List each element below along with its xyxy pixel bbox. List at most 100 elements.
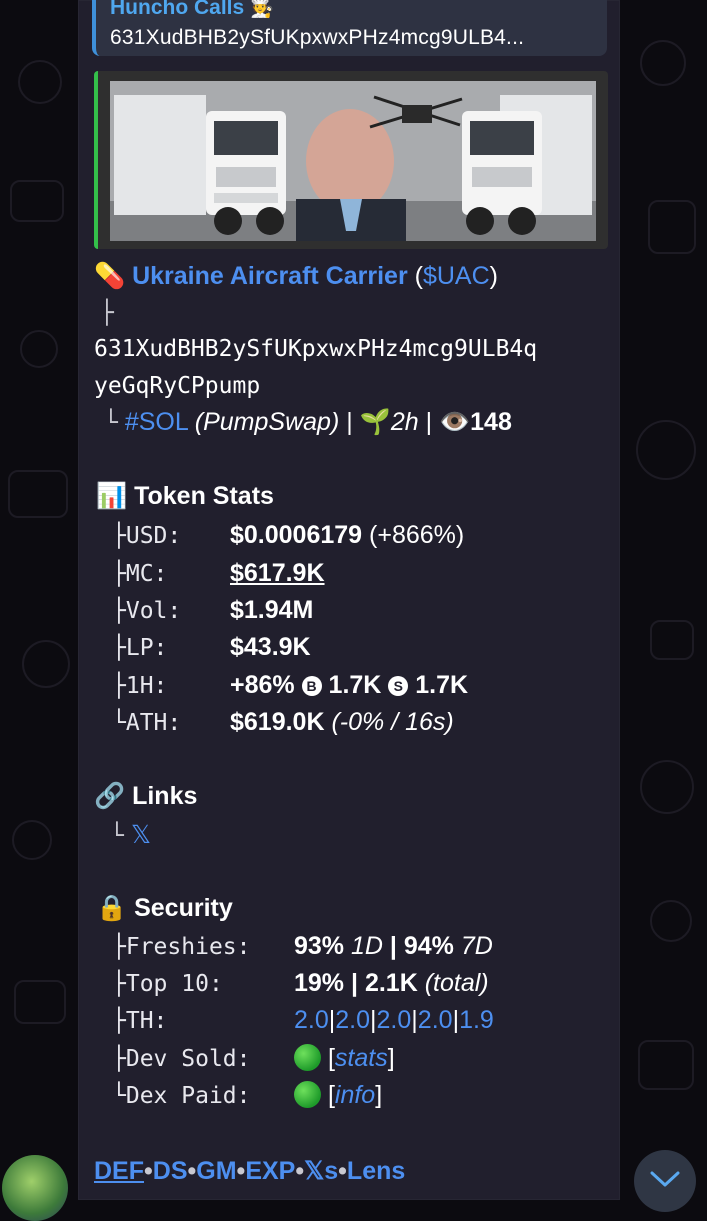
ticker-paren-open: ( xyxy=(414,262,423,290)
separator: | xyxy=(382,932,404,960)
ticker-paren-close: ) xyxy=(489,262,498,290)
dex-paid-value: [info] xyxy=(294,1081,382,1110)
avatar[interactable] xyxy=(2,1155,68,1221)
chef-icon: 🧑‍🍳 xyxy=(250,0,274,19)
background-doodle xyxy=(12,820,52,860)
background-doodle xyxy=(638,1040,694,1090)
tree-end-icon: └ xyxy=(104,410,118,436)
top10-total-label: (total) xyxy=(424,969,489,997)
stat-value-usd: $0.0006179 (+866%) xyxy=(230,521,464,550)
token-stats-heading: 📊 Token Stats xyxy=(96,482,274,511)
security-heading: 🔒 Security xyxy=(96,894,233,923)
chevron-down-icon xyxy=(650,1171,680,1187)
preview-image-art xyxy=(110,81,596,241)
footer-link-gm[interactable]: GM xyxy=(196,1157,236,1185)
stat-key-1h: ├1H: xyxy=(112,673,168,699)
liquidity-value: $43.9K xyxy=(230,633,311,661)
green-circle-icon xyxy=(294,1081,321,1108)
dev-sold-stats-link[interactable]: stats xyxy=(335,1044,388,1072)
separator: | xyxy=(339,408,360,436)
ticker-link[interactable]: $UAC xyxy=(423,262,490,290)
usd-change: (+866%) xyxy=(369,521,465,549)
usd-price: $0.0006179 xyxy=(230,521,363,549)
stat-key-lp: ├LP: xyxy=(112,635,168,661)
stat-key-mc: ├MC: xyxy=(112,561,168,587)
footer-link-ds[interactable]: DS xyxy=(153,1157,188,1185)
sprout-icon: 🌱 xyxy=(359,408,391,436)
volume-value: $1.94M xyxy=(230,596,314,624)
background-doodle xyxy=(640,760,694,814)
footer-link-lens[interactable]: Lens xyxy=(347,1157,405,1185)
stat-key-vol: ├Vol: xyxy=(112,598,182,624)
hour-buys: 1.7K xyxy=(328,671,382,699)
token-name-link[interactable]: Ukraine Aircraft Carrier xyxy=(132,262,408,290)
footer-links: DEF•DS•GM•EXP•𝕏s•Lens xyxy=(94,1157,406,1185)
dex-name: (PumpSwap) xyxy=(194,408,340,436)
top10-value: 19% | 2.1K (total) xyxy=(294,969,489,998)
tree-end-icon: └ xyxy=(110,823,124,849)
token-header: 💊 Ukraine Aircraft Carrier ($UAC) xyxy=(94,262,498,291)
scroll-down-button[interactable] xyxy=(634,1150,696,1212)
top-holder-link[interactable]: 2.0 xyxy=(294,1006,329,1034)
lock-icon: 🔒 xyxy=(96,894,128,922)
footer-link-xs[interactable]: 𝕏s xyxy=(304,1157,338,1185)
top-holder-link[interactable]: 2.0 xyxy=(418,1006,453,1034)
reply-sender: Huncho Calls 🧑‍🍳 xyxy=(110,0,274,20)
ath-note: (-0% / 16s) xyxy=(331,708,454,736)
ath-value: $619.0K xyxy=(230,708,325,736)
stat-key-ath: └ATH: xyxy=(112,710,182,736)
footer-link-def[interactable]: DEF xyxy=(94,1157,144,1185)
links-row: └ 𝕏 xyxy=(110,820,151,850)
hour-sells: 1.7K xyxy=(415,671,469,699)
dex-paid-info-link[interactable]: info xyxy=(335,1081,375,1109)
links-title: Links xyxy=(132,782,198,810)
sell-coin-icon: S xyxy=(388,676,409,696)
link-preview[interactable] xyxy=(94,71,608,249)
eye-icon: 👁️ xyxy=(439,408,471,436)
background-doodle xyxy=(648,200,696,254)
stat-key-dex-paid: └Dex Paid: xyxy=(112,1083,251,1109)
top-holder-link[interactable]: 2.0 xyxy=(377,1006,412,1034)
stat-key-top10: ├Top 10: xyxy=(112,971,223,997)
chain-hashtag[interactable]: #SOL xyxy=(125,408,188,436)
view-count: 148 xyxy=(470,408,512,436)
background-doodle xyxy=(8,470,68,518)
background-doodle xyxy=(650,900,692,942)
pill-icon: 💊 xyxy=(94,262,126,290)
bar-chart-icon: 📊 xyxy=(96,482,128,510)
links-heading: 🔗 Links xyxy=(94,782,197,811)
security-title: Security xyxy=(134,894,233,922)
stat-key-dev-sold: ├Dev Sold: xyxy=(112,1046,251,1072)
market-cap-link[interactable]: $617.9K xyxy=(230,559,325,588)
background-doodle xyxy=(20,330,58,368)
hour-change: +86% xyxy=(230,671,295,699)
freshies-value: 93% 1D | 94% 7D xyxy=(294,932,493,961)
reply-sender-name: Huncho Calls xyxy=(110,0,245,19)
stat-value-ath: $619.0K (-0% / 16s) xyxy=(230,708,454,737)
contract-address-line1[interactable]: 631XudBHB2ySfUKpxwxPHz4mcg9ULB4q xyxy=(94,336,537,362)
separator: | xyxy=(344,969,365,997)
green-circle-icon xyxy=(294,1044,321,1071)
background-doodle xyxy=(14,980,66,1024)
link-icon: 🔗 xyxy=(94,782,126,810)
freshies-7d: 94% xyxy=(403,932,454,960)
reply-quote[interactable]: Huncho Calls 🧑‍🍳 631XudBHB2ySfUKpxwxPHz4… xyxy=(92,0,607,56)
freshies-1d-label: 1D xyxy=(351,932,383,960)
background-doodle xyxy=(650,620,694,660)
preview-image[interactable] xyxy=(110,81,596,241)
buy-coin-icon: B xyxy=(301,676,322,696)
stat-value-1h: +86% B 1.7K S 1.7K xyxy=(230,671,468,700)
freshies-1d: 93% xyxy=(294,932,345,960)
top-holder-link[interactable]: 1.9 xyxy=(459,1006,494,1034)
footer-link-exp[interactable]: EXP xyxy=(245,1157,295,1185)
stat-key-th: ├TH: xyxy=(112,1008,168,1034)
background-doodle xyxy=(636,420,696,480)
separator: | xyxy=(418,408,440,436)
x-link[interactable]: 𝕏 xyxy=(131,821,151,849)
tree-branch-icon: ├ xyxy=(100,300,114,326)
stat-key-freshies: ├Freshies: xyxy=(112,934,251,960)
top-holders-row: 2.0|2.0|2.0|2.0|1.9 xyxy=(294,1006,494,1034)
top-holder-link[interactable]: 2.0 xyxy=(335,1006,370,1034)
contract-address-line2[interactable]: yeGqRyCPpump xyxy=(94,373,260,399)
top10-percent: 19% xyxy=(294,969,345,997)
